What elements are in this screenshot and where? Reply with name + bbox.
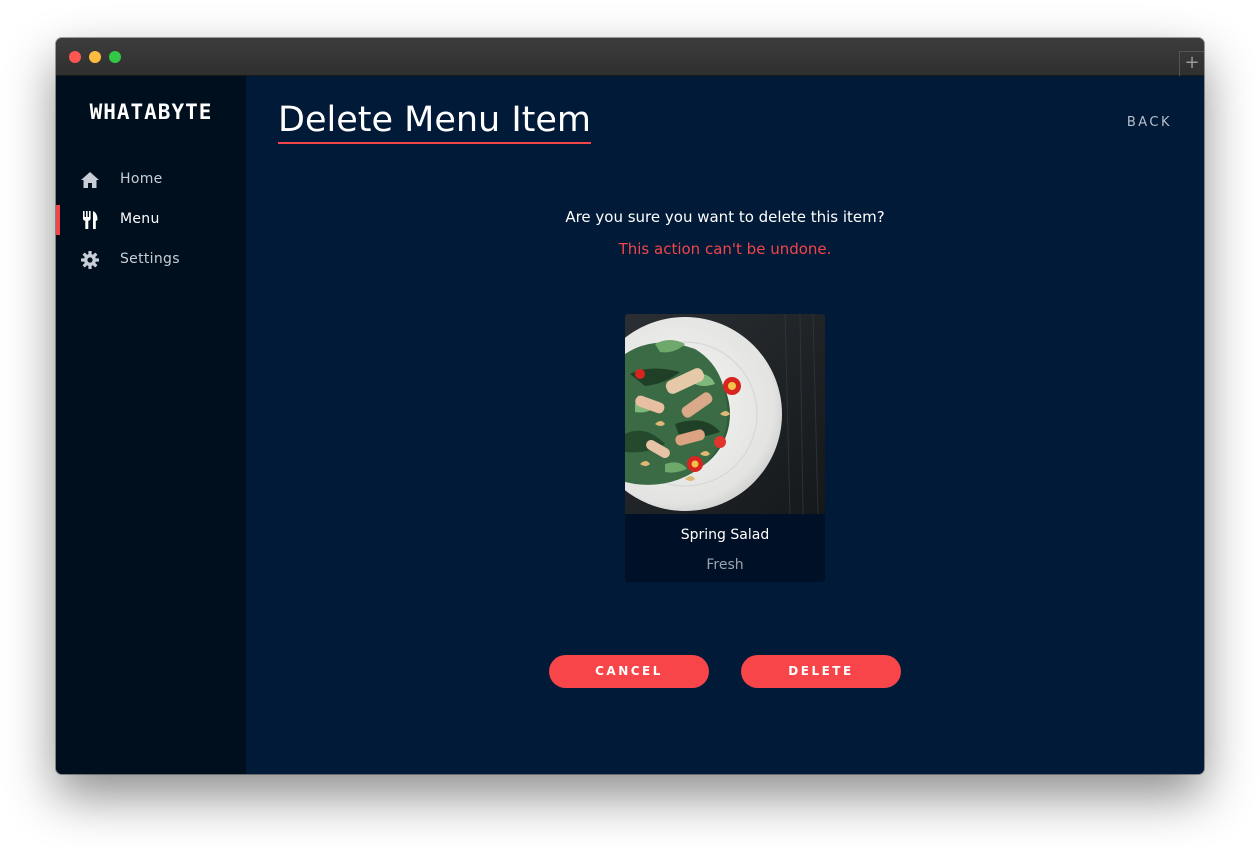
- active-indicator: [56, 205, 60, 235]
- confirm-question: Are you sure you want to delete this ite…: [565, 208, 885, 226]
- menu-item-name: Spring Salad: [680, 527, 770, 543]
- menu-item-card: Spring Salad Fresh: [625, 314, 825, 582]
- new-tab-button[interactable]: +: [1179, 51, 1204, 76]
- minimize-window-button[interactable]: [89, 51, 101, 63]
- close-window-button[interactable]: [69, 51, 81, 63]
- page-title: Delete Menu Item: [278, 100, 592, 144]
- main-content: Delete Menu Item BACK Are you sure you w…: [246, 76, 1204, 774]
- menu-item-description: Fresh: [706, 557, 744, 573]
- sidebar: WHATABYTE Home Menu Settings: [56, 76, 246, 774]
- home-icon: [81, 172, 99, 188]
- sidebar-item-home[interactable]: Home: [56, 165, 246, 195]
- sidebar-item-label: Home: [120, 171, 163, 187]
- warning-text: This action can't be undone.: [618, 240, 832, 258]
- brand-logo[interactable]: WHATABYTE: [56, 100, 246, 124]
- menu-item-image: [625, 314, 825, 514]
- sidebar-item-settings[interactable]: Settings: [56, 245, 246, 275]
- utensils-icon: [83, 211, 98, 229]
- delete-button[interactable]: DELETE: [741, 655, 901, 688]
- sidebar-item-menu[interactable]: Menu: [56, 205, 246, 235]
- sidebar-item-label: Settings: [120, 251, 180, 267]
- app-window: + WHATABYTE Home Menu Settings Delete Me…: [56, 38, 1204, 774]
- zoom-window-button[interactable]: [109, 51, 121, 63]
- cancel-button[interactable]: CANCEL: [549, 655, 709, 688]
- gear-icon: [81, 251, 99, 269]
- window-titlebar: +: [56, 38, 1204, 76]
- sidebar-item-label: Menu: [120, 211, 160, 227]
- back-link[interactable]: BACK: [1127, 115, 1172, 130]
